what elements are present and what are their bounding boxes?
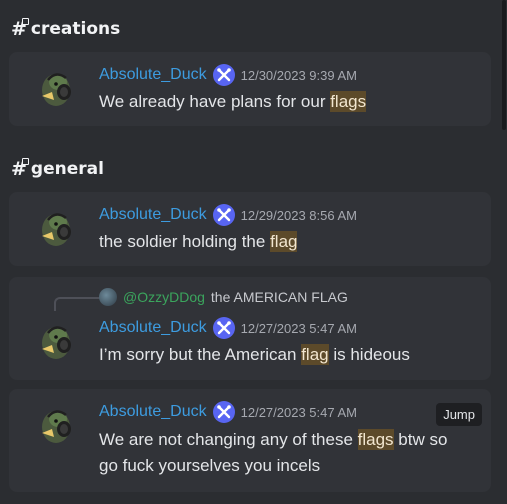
- crossed-tools-icon[interactable]: [212, 401, 235, 423]
- channel-name: general: [30, 159, 104, 179]
- scrollbar[interactable]: [502, 0, 506, 130]
- search-result-message[interactable]: Absolute_Duck 12/30/2023 9:39 AM We alre…: [9, 52, 491, 126]
- message-text: the soldier holding the flag: [99, 231, 298, 252]
- search-highlight: flag: [270, 231, 298, 252]
- reply-avatar: [99, 288, 117, 306]
- timestamp[interactable]: 12/27/2023 5:47 AM: [241, 321, 357, 336]
- search-highlight: flags: [330, 91, 367, 112]
- reply-mention[interactable]: @OzzyDDog: [123, 289, 205, 305]
- message-header: Absolute_Duck 12/29/2023 8:56 AM: [99, 204, 357, 226]
- author-name[interactable]: Absolute_Duck: [99, 66, 207, 84]
- channel-header-general[interactable]: # general: [11, 158, 104, 180]
- search-result-message[interactable]: Absolute_Duck 12/29/2023 8:56 AM the sol…: [9, 192, 491, 266]
- search-highlight: flags: [357, 429, 394, 450]
- timestamp[interactable]: 12/27/2023 5:47 AM: [241, 405, 357, 420]
- crossed-tools-icon[interactable]: [212, 204, 235, 226]
- search-result-message[interactable]: Absolute_Duck 12/27/2023 5:47 AM Jump We…: [9, 389, 491, 492]
- hash-lock-icon: #: [11, 18, 29, 40]
- reply-text: the AMERICAN FLAG: [210, 289, 348, 305]
- message-header: Absolute_Duck 12/30/2023 9:39 AM: [99, 64, 357, 86]
- crossed-tools-icon[interactable]: [212, 64, 235, 86]
- author-name[interactable]: Absolute_Duck: [99, 319, 207, 337]
- search-highlight: flag: [301, 344, 329, 365]
- author-name[interactable]: Absolute_Duck: [99, 403, 207, 421]
- jump-button[interactable]: Jump: [436, 403, 482, 426]
- avatar[interactable]: [34, 403, 78, 447]
- search-result-message[interactable]: @OzzyDDog the AMERICAN FLAG Absolute_Duc…: [9, 277, 491, 380]
- message-text: We already have plans for our flags: [99, 91, 367, 112]
- message-header: Absolute_Duck 12/27/2023 5:47 AM: [99, 317, 357, 339]
- hash-lock-icon: #: [11, 158, 29, 180]
- message-text: We are not changing any of these flags b…: [99, 429, 448, 475]
- crossed-tools-icon[interactable]: [212, 317, 235, 339]
- channel-name: creations: [30, 19, 121, 39]
- avatar[interactable]: [34, 206, 78, 250]
- timestamp[interactable]: 12/29/2023 8:56 AM: [241, 208, 357, 223]
- channel-header-creations[interactable]: # creations: [11, 18, 120, 40]
- message-header: Absolute_Duck 12/27/2023 5:47 AM: [99, 401, 357, 423]
- message-text: I’m sorry but the American flag is hideo…: [99, 344, 410, 365]
- timestamp[interactable]: 12/30/2023 9:39 AM: [241, 68, 357, 83]
- avatar[interactable]: [34, 66, 78, 110]
- author-name[interactable]: Absolute_Duck: [99, 206, 207, 224]
- avatar[interactable]: [34, 319, 78, 363]
- reply-reference[interactable]: @OzzyDDog the AMERICAN FLAG: [99, 288, 348, 306]
- reply-spine: [54, 297, 100, 311]
